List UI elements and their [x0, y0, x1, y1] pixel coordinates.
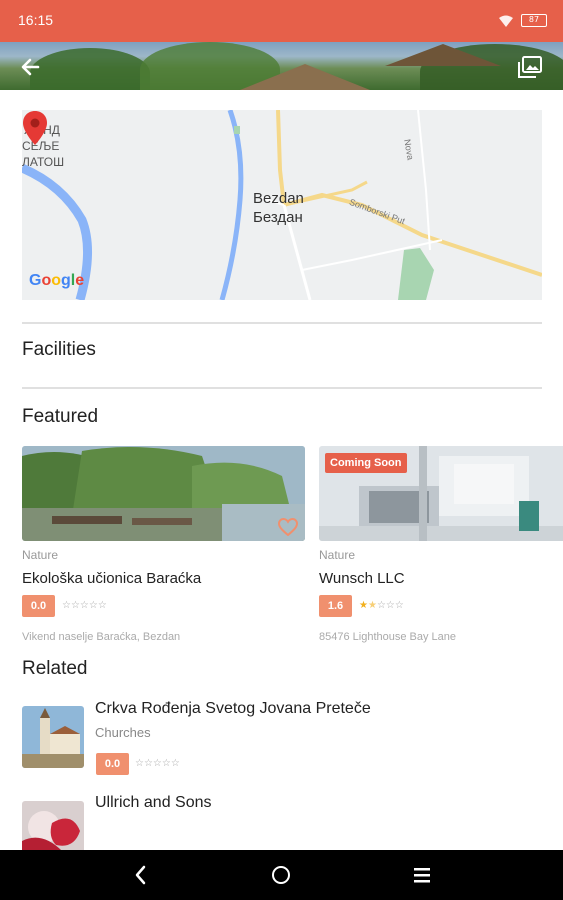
facilities-heading: Facilities — [22, 339, 96, 360]
featured-card-image: Coming Soon — [319, 446, 563, 541]
rating-badge: 0.0 — [96, 753, 129, 775]
google-logo: Google — [29, 272, 84, 290]
gallery-icon[interactable] — [517, 55, 543, 79]
google-letter: o — [41, 272, 52, 289]
heart-outline-icon[interactable] — [278, 518, 298, 536]
wifi-icon — [499, 15, 513, 27]
featured-heading: Featured — [22, 406, 99, 427]
arrow-left-icon[interactable] — [18, 55, 42, 79]
featured-card-address: Vikend naselje Baraćka, Bezdan — [22, 631, 181, 643]
featured-card-title: Wunsch LLC — [319, 570, 405, 587]
location-map[interactable]: ЖЕНД СЕЉЕ ЛАТОШ Nova Somborski Put Bezda… — [22, 110, 542, 300]
map-pin-icon[interactable] — [22, 110, 48, 146]
map-city-label: Bezdan Бездан — [253, 189, 304, 227]
featured-card-category: Nature — [22, 548, 59, 562]
related-heading: Related — [22, 658, 88, 679]
google-letter: o — [51, 272, 62, 289]
hero-image — [0, 42, 563, 90]
star-half: ★ — [367, 600, 377, 611]
related-item-title: Ullrich and Sons — [95, 794, 212, 811]
divider — [22, 387, 542, 389]
rating-badge: 0.0 — [22, 595, 55, 617]
google-letter: G — [29, 272, 42, 289]
star-filled: ★ — [359, 600, 368, 611]
star-empty: ☆☆☆ — [376, 600, 404, 611]
map-city-latin: Bezdan — [253, 190, 304, 207]
map-city-cyrillic: Бездан — [253, 209, 303, 226]
rating-badge: 1.6 — [319, 595, 352, 617]
related-item-image — [22, 706, 84, 768]
status-bar: 16:15 87 — [0, 0, 563, 42]
divider — [22, 322, 542, 324]
star-rating: ☆☆☆☆☆ — [135, 758, 180, 769]
status-time: 16:15 — [18, 12, 54, 28]
nav-back-icon[interactable] — [131, 864, 151, 886]
nav-home-icon[interactable] — [272, 866, 290, 884]
related-item-category: Churches — [95, 725, 151, 740]
star-rating: ☆☆☆☆☆ — [62, 600, 107, 611]
google-letter: e — [75, 272, 85, 289]
star-rating: ★★☆☆☆ — [359, 600, 404, 611]
featured-card-category: Nature — [319, 548, 356, 562]
coming-soon-badge: Coming Soon — [325, 453, 407, 473]
battery-icon: 87 — [521, 14, 547, 27]
place-detail-screen: 16:15 87 СЕЉЕ ЛАТОШ Nova Somborski Put B… — [0, 0, 563, 900]
map-area-label: ЛАТОШ — [22, 155, 65, 169]
featured-card-image — [22, 446, 305, 541]
google-letter: g — [61, 272, 71, 289]
featured-card-address: 85476 Lighthouse Bay Lane — [319, 631, 457, 643]
related-item-title: Crkva Rođenja Svetog Jovana Preteče — [95, 700, 371, 717]
nav-menu-icon[interactable] — [413, 866, 431, 884]
featured-card-title: Ekološka učionica Baraćka — [22, 570, 202, 587]
system-nav-bar — [0, 850, 563, 900]
